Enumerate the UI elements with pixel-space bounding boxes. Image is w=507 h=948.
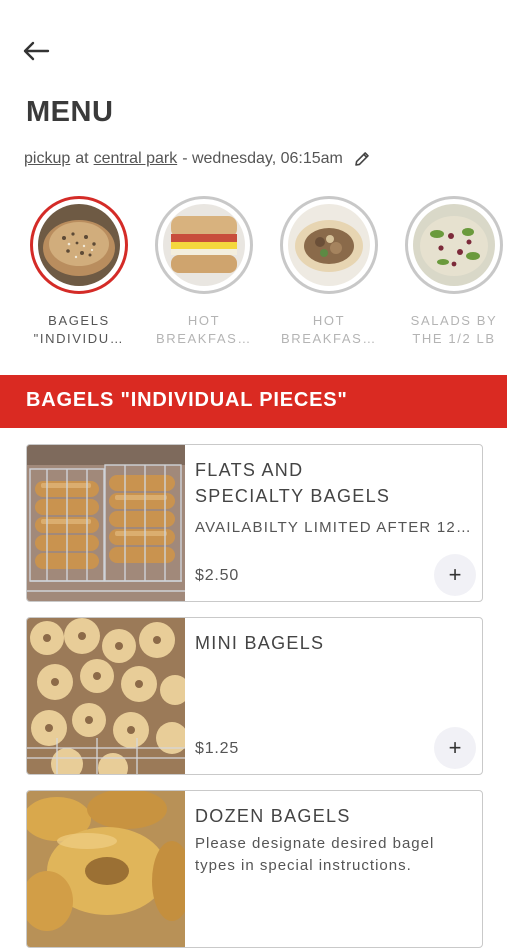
- category-label: BAGELS "INDIVIDU…: [33, 313, 125, 346]
- category-label: SALADS BY THE 1/2 LB: [410, 313, 498, 346]
- pickup-time: - wednesday, 06:15am: [182, 150, 343, 167]
- item-description: AVAILABILTY LIMITED AFTER 12PM: [195, 519, 477, 536]
- sandwich-thumbnail: [163, 204, 245, 286]
- location-link[interactable]: central park: [94, 150, 178, 168]
- item-price: $2.50: [195, 567, 240, 584]
- menu-item-card[interactable]: MINI BAGELS $1.25 +: [26, 617, 483, 775]
- item-name: DOZEN BAGELS: [195, 806, 351, 826]
- item-description: Please designate desired bagel types in …: [195, 835, 435, 874]
- menu-item-card[interactable]: FLATS AND SPECIALTY BAGELS AVAILABILTY L…: [26, 444, 483, 602]
- category-thumbnail-ring: [405, 196, 503, 294]
- arrow-left-icon: [23, 41, 50, 61]
- plus-icon: +: [448, 562, 462, 587]
- category-thumbnail-ring: [155, 196, 253, 294]
- page-title: MENU: [26, 96, 114, 128]
- category-hot-breakfast-1[interactable]: HOT BREAKFAS…: [142, 196, 266, 348]
- item-name: MINI BAGELS: [195, 633, 325, 653]
- order-mode-link[interactable]: pickup: [24, 150, 70, 168]
- category-carousel: BAGELS "INDIVIDU… HOT BREAKFAS… HOT BREA…: [0, 196, 507, 356]
- category-thumbnail-ring: [30, 196, 128, 294]
- section-header: BAGELS "INDIVIDUAL PIECES": [0, 375, 507, 428]
- add-item-button[interactable]: +: [434, 554, 476, 596]
- category-bagels[interactable]: BAGELS "INDIVIDU…: [17, 196, 141, 348]
- edit-order-button[interactable]: [353, 150, 371, 168]
- bagel-thumbnail: [38, 204, 120, 286]
- salad-thumbnail: [413, 204, 495, 286]
- category-label: HOT BREAKFAS…: [155, 313, 253, 346]
- category-hot-breakfast-2[interactable]: HOT BREAKFAS…: [267, 196, 391, 348]
- back-button[interactable]: [22, 36, 56, 66]
- order-summary: pickup at central park - wednesday, 06:1…: [24, 150, 371, 168]
- item-photo: [27, 791, 185, 947]
- plus-icon: +: [448, 735, 462, 760]
- item-name: FLATS AND SPECIALTY BAGELS: [195, 460, 391, 506]
- category-thumbnail-ring: [280, 196, 378, 294]
- category-label: HOT BREAKFAS…: [280, 313, 378, 346]
- category-salads[interactable]: SALADS BY THE 1/2 LB: [392, 196, 507, 348]
- item-photo: [27, 445, 185, 601]
- menu-item-card[interactable]: DOZEN BAGELS Please designate desired ba…: [26, 790, 483, 948]
- at-text: at: [75, 150, 89, 167]
- item-photo: [27, 618, 185, 774]
- add-item-button[interactable]: +: [434, 727, 476, 769]
- wrap-thumbnail: [288, 204, 370, 286]
- section-title: BAGELS "INDIVIDUAL PIECES": [26, 389, 348, 411]
- pencil-icon: [355, 152, 369, 166]
- item-price: $1.25: [195, 740, 240, 757]
